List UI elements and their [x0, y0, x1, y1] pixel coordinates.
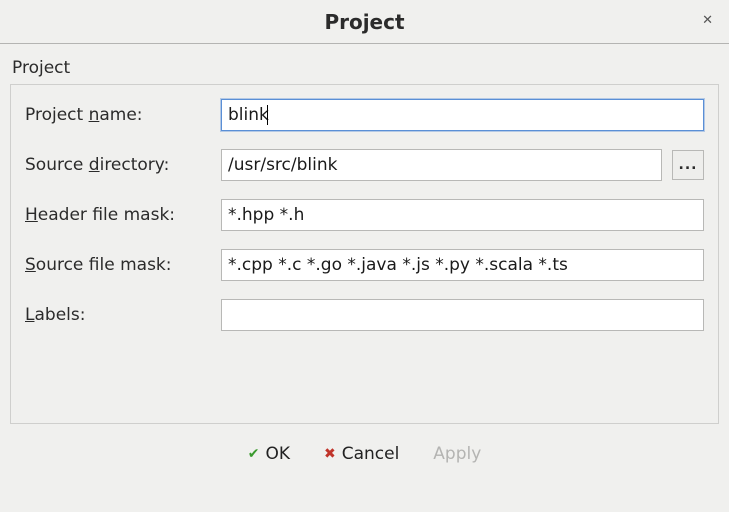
apply-button: Apply: [429, 442, 485, 466]
row-project-name: Project name: blink: [25, 99, 704, 131]
title-bar: Project ✕: [0, 0, 729, 44]
group-label: Project: [10, 54, 719, 84]
label-labels: Labels:: [25, 305, 211, 325]
group-box: Project name: blink Source directory: ..…: [10, 84, 719, 424]
source-directory-input[interactable]: [221, 149, 662, 181]
label-project-name: Project name:: [25, 105, 211, 125]
cancel-icon: ✖: [324, 447, 336, 461]
label-source-directory: Source directory:: [25, 155, 211, 175]
cancel-button[interactable]: ✖ Cancel: [320, 442, 403, 466]
ok-button[interactable]: ✔ OK: [244, 442, 294, 466]
button-bar: ✔ OK ✖ Cancel Apply: [10, 424, 719, 466]
row-source-directory: Source directory: ...: [25, 149, 704, 181]
label-header-file-mask: Header file mask:: [25, 205, 211, 225]
row-source-file-mask: Source file mask:: [25, 249, 704, 281]
dialog-body: Project Project name: blink Source direc…: [0, 44, 729, 466]
row-labels: Labels:: [25, 299, 704, 331]
header-file-mask-input[interactable]: [221, 199, 704, 231]
ok-icon: ✔: [248, 447, 260, 461]
browse-button[interactable]: ...: [672, 150, 704, 180]
project-name-input[interactable]: blink: [221, 99, 704, 131]
source-file-mask-input[interactable]: [221, 249, 704, 281]
row-header-file-mask: Header file mask:: [25, 199, 704, 231]
labels-input[interactable]: [221, 299, 704, 331]
window-title: Project: [324, 10, 404, 34]
label-source-file-mask: Source file mask:: [25, 255, 211, 275]
close-icon[interactable]: ✕: [698, 10, 717, 31]
text-caret: [267, 105, 268, 125]
